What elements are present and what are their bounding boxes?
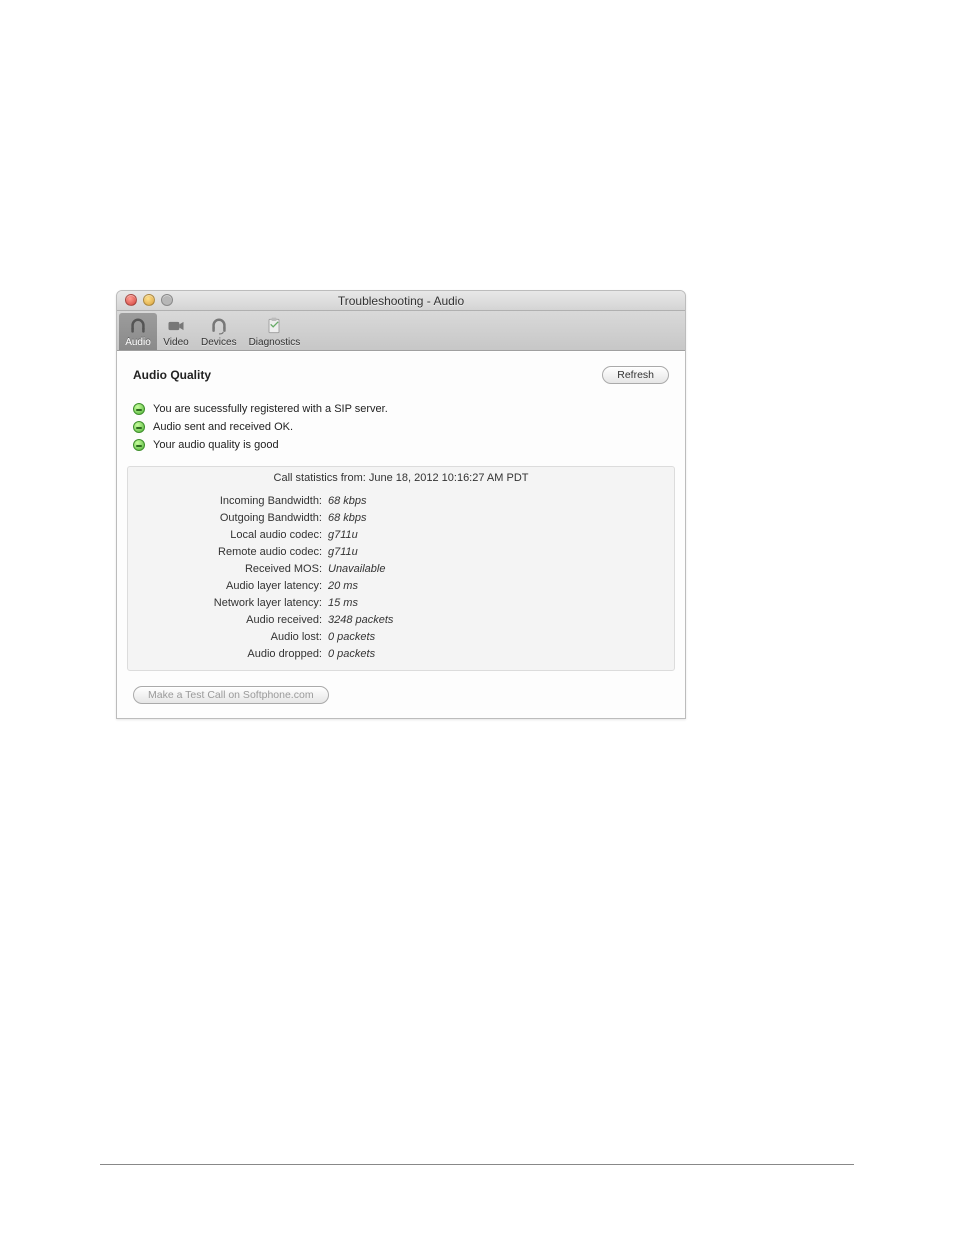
- tab-audio[interactable]: Audio: [119, 313, 157, 350]
- stat-row: Remote audio codec:g711u: [128, 543, 674, 560]
- section-title: Audio Quality: [133, 368, 211, 382]
- stats-timestamp: June 18, 2012 10:16:27 AM PDT: [369, 472, 529, 484]
- clipboard-icon: [261, 315, 287, 337]
- stat-value: 0 packets: [328, 631, 375, 643]
- stat-label: Audio dropped:: [128, 648, 328, 660]
- stats-heading-prefix: Call statistics from:: [274, 472, 369, 484]
- zoom-button: [161, 294, 173, 306]
- page-footer-rule: [100, 1164, 854, 1165]
- status-row: You are sucessfully registered with a SI…: [133, 400, 669, 418]
- stat-value: g711u: [328, 529, 358, 541]
- camera-icon: [163, 315, 189, 337]
- tab-label: Devices: [201, 337, 237, 348]
- stat-row: Incoming Bandwidth:68 kbps: [128, 492, 674, 509]
- stat-row: Outgoing Bandwidth:68 kbps: [128, 509, 674, 526]
- status-row: Your audio quality is good: [133, 436, 669, 454]
- stat-row: Local audio codec:g711u: [128, 526, 674, 543]
- stat-value: 68 kbps: [328, 512, 367, 524]
- stat-row: Audio lost:0 packets: [128, 628, 674, 645]
- status-text: Your audio quality is good: [153, 439, 279, 451]
- status-list: You are sucessfully registered with a SI…: [117, 396, 685, 464]
- stat-value: 3248 packets: [328, 614, 393, 626]
- stat-row: Audio dropped:0 packets: [128, 645, 674, 662]
- minimize-button[interactable]: [143, 294, 155, 306]
- status-ok-icon: [133, 439, 145, 451]
- toolbar: Audio Video Devices Diagnostics: [117, 311, 685, 351]
- refresh-button[interactable]: Refresh: [602, 366, 669, 384]
- stat-row: Network layer latency:15 ms: [128, 594, 674, 611]
- stats-rows: Incoming Bandwidth:68 kbps Outgoing Band…: [128, 490, 674, 670]
- titlebar: Troubleshooting - Audio: [117, 291, 685, 311]
- dialog-footer: Make a Test Call on Softphone.com: [117, 681, 685, 718]
- status-text: Audio sent and received OK.: [153, 421, 293, 433]
- status-text: You are sucessfully registered with a SI…: [153, 403, 388, 415]
- stat-value: Unavailable: [328, 563, 385, 575]
- headphones-icon: [125, 315, 151, 337]
- tab-devices[interactable]: Devices: [195, 313, 243, 350]
- troubleshooting-dialog: Troubleshooting - Audio Audio Video Devi…: [116, 290, 686, 719]
- section-header: Audio Quality Refresh: [117, 352, 685, 396]
- stat-label: Incoming Bandwidth:: [128, 495, 328, 507]
- status-ok-icon: [133, 403, 145, 415]
- stat-label: Audio lost:: [128, 631, 328, 643]
- window-controls: [125, 294, 173, 306]
- stat-value: 15 ms: [328, 597, 358, 609]
- stat-row: Received MOS:Unavailable: [128, 560, 674, 577]
- stat-row: Audio received:3248 packets: [128, 611, 674, 628]
- stat-label: Local audio codec:: [128, 529, 328, 541]
- window-title: Troubleshooting - Audio: [117, 294, 685, 308]
- stat-value: 20 ms: [328, 580, 358, 592]
- stat-label: Received MOS:: [128, 563, 328, 575]
- stat-label: Outgoing Bandwidth:: [128, 512, 328, 524]
- stat-label: Network layer latency:: [128, 597, 328, 609]
- dialog-body: Audio Quality Refresh You are sucessfull…: [117, 351, 685, 718]
- status-row: Audio sent and received OK.: [133, 418, 669, 436]
- tab-diagnostics[interactable]: Diagnostics: [243, 313, 307, 350]
- status-ok-icon: [133, 421, 145, 433]
- stats-heading: Call statistics from: June 18, 2012 10:1…: [128, 467, 674, 490]
- tab-label: Diagnostics: [249, 337, 301, 348]
- stat-value: g711u: [328, 546, 358, 558]
- stat-row: Audio layer latency:20 ms: [128, 577, 674, 594]
- stats-panel: Call statistics from: June 18, 2012 10:1…: [127, 466, 675, 671]
- tab-label: Audio: [125, 337, 151, 348]
- headset-icon: [206, 315, 232, 337]
- stat-value: 68 kbps: [328, 495, 367, 507]
- stat-label: Audio received:: [128, 614, 328, 626]
- test-call-button[interactable]: Make a Test Call on Softphone.com: [133, 686, 329, 704]
- stat-label: Remote audio codec:: [128, 546, 328, 558]
- tab-video[interactable]: Video: [157, 313, 195, 350]
- close-button[interactable]: [125, 294, 137, 306]
- stat-label: Audio layer latency:: [128, 580, 328, 592]
- tab-label: Video: [163, 337, 188, 348]
- stat-value: 0 packets: [328, 648, 375, 660]
